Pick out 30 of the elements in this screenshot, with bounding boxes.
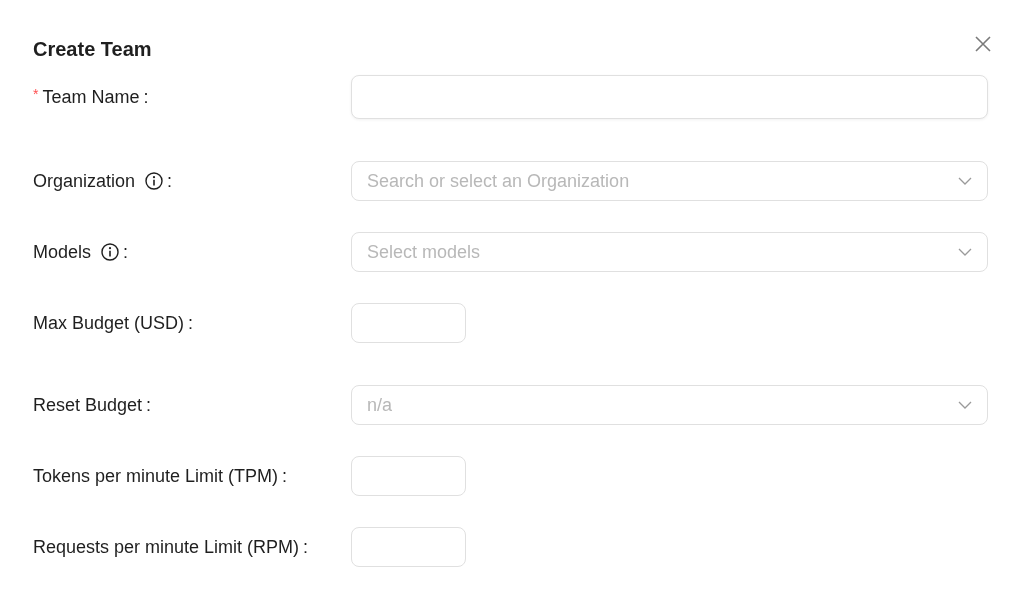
- label-colon: :: [303, 536, 309, 559]
- field-label: Requests per minute Limit (RPM): [33, 536, 300, 559]
- label-colon: :: [143, 86, 149, 109]
- close-icon: [975, 36, 991, 52]
- select-field[interactable]: Select models: [351, 232, 988, 272]
- field-label: Organization: [33, 170, 136, 193]
- field-label: Models: [33, 241, 92, 264]
- chevron-down-icon: [958, 248, 972, 256]
- field-label: Tokens per minute Limit (TPM): [33, 465, 279, 488]
- dialog-title: Create Team: [33, 37, 152, 62]
- field-label: Max Budget (USD): [33, 312, 185, 335]
- field-label: Team Name: [42, 86, 140, 109]
- chevron-down-icon: [958, 401, 972, 409]
- chevron-down-icon: [958, 177, 972, 185]
- label-colon: :: [146, 394, 152, 417]
- info-icon[interactable]: [145, 172, 164, 190]
- field-label: Reset Budget: [33, 394, 143, 417]
- required-mark: *: [33, 87, 39, 101]
- label-colon: :: [282, 465, 288, 488]
- select-field[interactable]: n/a: [351, 385, 988, 425]
- select-field[interactable]: Search or select an Organization: [351, 161, 988, 201]
- number-input-field[interactable]: [351, 456, 466, 496]
- label-colon: :: [188, 312, 194, 335]
- label-colon: :: [123, 241, 129, 264]
- number-input-field[interactable]: [351, 527, 466, 567]
- label-colon: :: [167, 170, 173, 193]
- number-input-field[interactable]: [351, 303, 466, 343]
- info-icon[interactable]: [101, 243, 120, 261]
- text-input-field[interactable]: [351, 75, 988, 119]
- close-button[interactable]: [975, 36, 991, 52]
